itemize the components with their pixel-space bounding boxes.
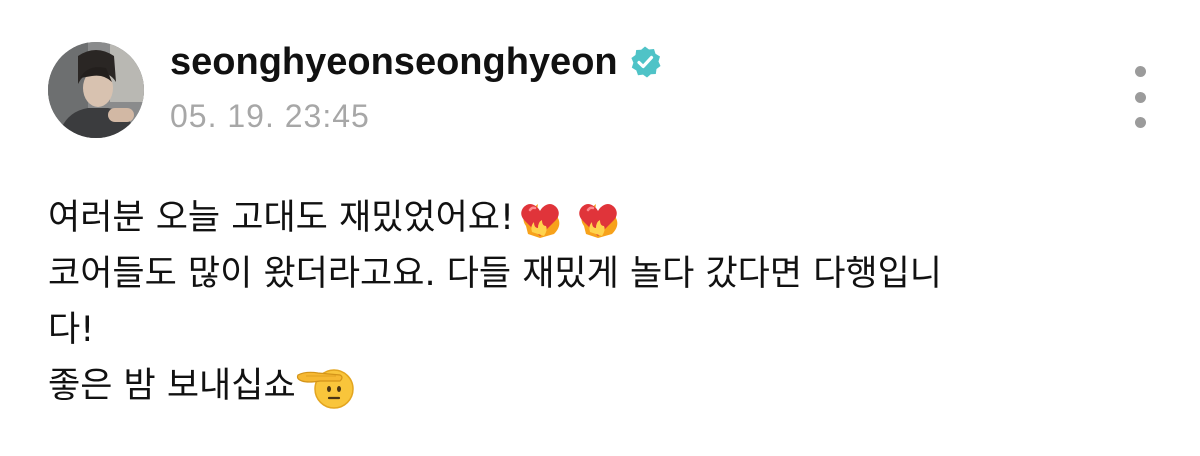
post-line-text: 좋은 밤 보내십쇼 <box>48 366 296 406</box>
saluting-face-icon <box>296 369 354 409</box>
heart-on-fire-icon <box>579 204 618 238</box>
more-options-button[interactable] <box>1124 66 1156 128</box>
post-body: 여러분 오늘 고대도 재밌었어요! 코어들도 많이 왔더라고요. 다들 재밌게 … <box>48 190 1158 414</box>
username-row: seonghyeonseonghyeon <box>170 38 662 86</box>
post-line-3: 다! <box>48 302 1158 358</box>
post-line-text: 여러분 오늘 고대도 재밌었어요! <box>48 198 515 238</box>
post-line-2: 코어들도 많이 왔더라고요. 다들 재밌게 놀다 갔다면 다행입니 <box>48 246 1158 302</box>
heart-on-fire-icon <box>521 204 560 238</box>
more-dot <box>1134 91 1146 103</box>
post-line-4: 좋은 밤 보내십쇼 <box>48 358 1158 414</box>
avatar-photo <box>48 42 144 138</box>
post-timestamp: 05. 19. 23:45 <box>170 98 370 134</box>
username[interactable]: seonghyeonseonghyeon <box>170 38 618 86</box>
more-vertical-icon <box>1134 66 1146 77</box>
post-line-text: 코어들도 많이 왔더라고요. 다들 재밌게 놀다 갔다면 다행입니 <box>48 254 943 294</box>
more-dot <box>1134 117 1146 128</box>
post-card: seonghyeonseonghyeon 05. 19. 23:45 여러분 오… <box>0 0 1200 456</box>
post-line-1: 여러분 오늘 고대도 재밌었어요! <box>48 190 1158 246</box>
post-line-text: 다! <box>48 310 95 350</box>
verified-badge-icon <box>631 46 661 78</box>
avatar[interactable] <box>48 42 144 138</box>
